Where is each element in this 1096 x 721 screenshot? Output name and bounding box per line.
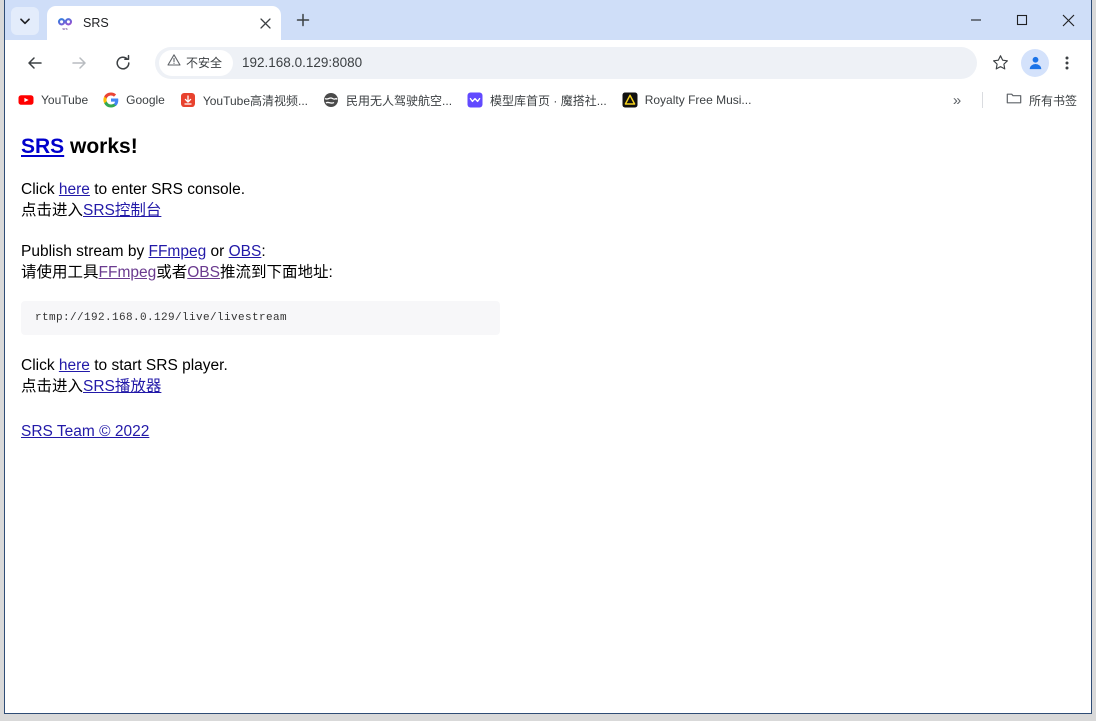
- bookmark-uav[interactable]: 民用无人驾驶航空...: [320, 88, 459, 112]
- new-tab-button[interactable]: [289, 8, 317, 36]
- arrow-left-icon: [28, 56, 42, 69]
- download-icon: [180, 92, 196, 108]
- page-title-rest: works!: [64, 135, 138, 158]
- forward-button[interactable]: [64, 48, 94, 78]
- warning-triangle-icon: [167, 53, 181, 72]
- svg-text:srs: srs: [62, 26, 67, 31]
- ffmpeg-link-zh[interactable]: FFmpeg: [99, 264, 157, 281]
- youtube-icon: [18, 92, 34, 108]
- srs-logo-icon: srs: [57, 15, 73, 31]
- tab-title: SRS: [83, 16, 109, 30]
- publish-text-mid: or: [206, 243, 229, 261]
- bookmarks-overflow-button[interactable]: »: [945, 88, 969, 112]
- bookmark-star-button[interactable]: [985, 48, 1015, 78]
- google-icon: [103, 92, 119, 108]
- footer-paragraph: SRS Team © 2022: [21, 421, 1075, 442]
- folder-icon: [1006, 90, 1022, 111]
- chevron-down-icon: [19, 15, 31, 27]
- rtmp-url-code-block: rtmp://192.168.0.129/live/livestream: [21, 301, 500, 336]
- profile-avatar-button[interactable]: [1021, 48, 1049, 77]
- reload-button[interactable]: [108, 48, 138, 78]
- page-viewport: SRS works! Click here to enter SRS conso…: [5, 116, 1091, 713]
- minimize-icon: [971, 19, 981, 21]
- publish-paragraph: Publish stream by FFmpeg or OBS: 请使用工具FFm…: [21, 241, 1075, 283]
- bookmarks-bar: YouTube Google YouTube高清视频... 民用无人驾驶航空..…: [5, 85, 1091, 115]
- all-bookmarks-label: 所有书签: [1028, 93, 1077, 108]
- player-link-here[interactable]: here: [59, 357, 90, 374]
- publish-text-zh-post: 推流到下面地址:: [219, 264, 333, 282]
- player-text-zh-pre: 点击进入: [21, 378, 84, 396]
- bookmarks-separator: [982, 92, 983, 108]
- ffmpeg-link[interactable]: FFmpeg: [149, 243, 207, 260]
- globe-icon: [323, 92, 339, 108]
- more-vertical-icon: [1065, 56, 1069, 69]
- player-text-post: to start SRS player.: [89, 357, 228, 375]
- console-paragraph: Click here to enter SRS console. 点击进入SRS控…: [21, 179, 1075, 221]
- bookmark-label: 民用无人驾驶航空...: [346, 93, 453, 108]
- obs-link-zh[interactable]: OBS: [187, 264, 220, 281]
- person-icon: [1029, 56, 1041, 70]
- modelscope-icon: [467, 92, 483, 108]
- console-link-here[interactable]: here: [59, 181, 90, 198]
- bookmark-youtube[interactable]: YouTube: [15, 88, 95, 112]
- bookmark-youtube-hd[interactable]: YouTube高清视频...: [177, 88, 315, 112]
- browser-toolbar: 不安全 192.168.0.129:8080: [5, 40, 1091, 85]
- arrow-right-icon: [72, 56, 86, 69]
- chrome-menu-button[interactable]: [1053, 48, 1081, 78]
- address-bar-url: 192.168.0.129:8080: [242, 55, 363, 70]
- bookmark-label: YouTube: [41, 93, 89, 107]
- plus-icon: [296, 13, 310, 32]
- security-status-label: 不安全: [186, 56, 223, 70]
- console-text-pre: Click: [21, 181, 59, 199]
- bookmark-google[interactable]: Google: [100, 88, 172, 112]
- srs-team-link[interactable]: SRS Team © 2022: [21, 423, 149, 440]
- player-text-pre: Click: [21, 357, 59, 375]
- console-link-zh[interactable]: SRS控制台: [83, 202, 161, 219]
- close-icon[interactable]: [255, 13, 275, 33]
- browser-window: srs SRS 不安全 192.168.0.129:8080 YouTube G…: [4, 0, 1092, 714]
- back-button[interactable]: [20, 48, 50, 78]
- close-icon: [1062, 14, 1074, 26]
- bookmark-label: Royalty Free Musi...: [644, 93, 752, 107]
- console-text-zh-pre: 点击进入: [21, 202, 84, 220]
- obs-link[interactable]: OBS: [229, 243, 262, 260]
- srs-title-link[interactable]: SRS: [21, 135, 64, 158]
- publish-text-zh-mid: 或者: [156, 264, 188, 282]
- console-text-post: to enter SRS console.: [89, 181, 246, 199]
- reload-icon: [116, 54, 130, 69]
- bookmark-label: 模型库首页 · 魔搭社...: [490, 93, 607, 108]
- bookmark-label: Google: [126, 93, 165, 107]
- tab-strip: srs SRS: [5, 0, 1091, 40]
- bookmark-modelscope[interactable]: 模型库首页 · 魔搭社...: [464, 88, 614, 112]
- page-title: SRS works!: [21, 134, 1075, 159]
- maximize-button[interactable]: [999, 0, 1045, 40]
- security-status-chip[interactable]: 不安全: [159, 49, 234, 76]
- triangle-icon: [622, 92, 638, 108]
- close-window-button[interactable]: [1045, 0, 1091, 40]
- minimize-button[interactable]: [953, 0, 999, 40]
- browser-tab[interactable]: srs SRS: [47, 6, 281, 40]
- player-link-zh[interactable]: SRS播放器: [83, 378, 161, 395]
- maximize-icon: [1016, 14, 1028, 26]
- bookmark-royalty-free-music[interactable]: Royalty Free Musi...: [619, 88, 759, 112]
- bookmark-label: YouTube高清视频...: [202, 93, 309, 108]
- window-controls: [953, 0, 1091, 40]
- player-paragraph: Click here to start SRS player. 点击进入SRS播放…: [21, 355, 1075, 397]
- all-bookmarks-button[interactable]: 所有书签: [1000, 88, 1083, 112]
- publish-text-zh-pre: 请使用工具: [21, 264, 99, 282]
- publish-text-pre: Publish stream by: [21, 243, 149, 261]
- publish-text-post: :: [261, 243, 266, 261]
- address-bar[interactable]: 不安全 192.168.0.129:8080: [155, 46, 977, 79]
- tab-search-button[interactable]: [11, 7, 39, 35]
- star-icon: [992, 55, 1008, 70]
